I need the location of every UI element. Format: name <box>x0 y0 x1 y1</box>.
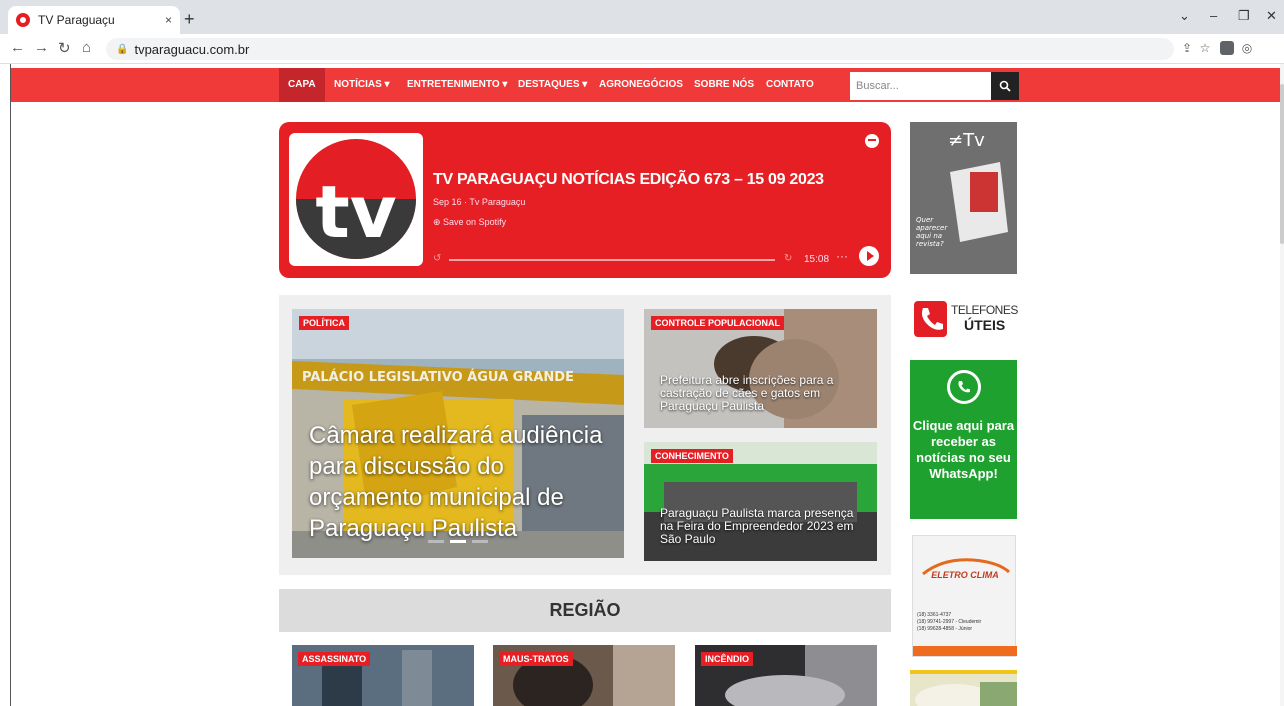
forward-icon[interactable]: → <box>34 39 49 56</box>
nav-noticias[interactable]: NOTÍCIAS ▾ <box>334 68 390 102</box>
slider-dots[interactable] <box>428 540 488 543</box>
reload-icon[interactable]: ↻ <box>58 39 71 57</box>
phone-icon <box>914 301 947 337</box>
browser-tab[interactable]: TV Paraguaçu × <box>8 6 180 34</box>
featured-side-title[interactable]: Paraguaçu Paulista marca presença na Fei… <box>660 507 870 546</box>
svg-text:revista?: revista? <box>916 240 944 248</box>
podcast-player: tv TV PARAGUAÇU NOTÍCIAS EDIÇÃO 673 – 15… <box>279 122 891 278</box>
svg-text:PALÁCIO LEGISLATIVO ÁGUA GRAND: PALÁCIO LEGISLATIVO ÁGUA GRANDE <box>302 369 574 385</box>
close-window-icon[interactable]: ✕ <box>1266 8 1277 24</box>
episode-title[interactable]: TV PARAGUAÇU NOTÍCIAS EDIÇÃO 673 – 15 09… <box>433 171 824 189</box>
podcast-cover: tv <box>289 133 423 266</box>
svg-text:Quer: Quer <box>916 216 934 224</box>
svg-text:aqui na: aqui na <box>916 232 942 240</box>
url-text: tvparaguacu.com.br <box>134 41 250 57</box>
search-input[interactable]: Buscar... <box>850 72 991 100</box>
back-icon[interactable]: ← <box>10 39 25 56</box>
featured-side-card[interactable]: CONHECIMENTO Paraguaçu Paulista marca pr… <box>644 442 877 561</box>
browser-tab-strip: TV Paraguaçu × + ⌄ – ❐ ✕ <box>0 0 1284 34</box>
category-badge[interactable]: CONHECIMENTO <box>651 449 733 463</box>
featured-news: PALÁCIO LEGISLATIVO ÁGUA GRANDE POLÍTICA… <box>279 295 891 575</box>
save-on-spotify-link[interactable]: ⊕ Save on Spotify <box>433 217 506 228</box>
nav-agronegocios[interactable]: AGRONEGÓCIOS <box>599 68 683 102</box>
more-options-icon[interactable]: ··· <box>836 249 848 263</box>
magazine-ad-image: ≠Tv Quer aparecer aqui na revista? <box>910 122 1017 274</box>
main-navbar: CAPA NOTÍCIAS ▾ ENTRETENIMENTO ▾ DESTAQU… <box>11 68 1280 102</box>
sidebar-ad-image <box>910 670 1017 706</box>
search-button[interactable] <box>991 72 1019 100</box>
category-badge[interactable]: MAUS-TRATOS <box>499 652 573 666</box>
section-heading-regiao: REGIÃO <box>279 589 891 632</box>
browser-toolbar: ← → ↻ ⌂ 🔒 tvparaguacu.com.br ⇪ ☆ ◎ <box>0 34 1284 64</box>
svg-text:tv: tv <box>315 170 396 254</box>
featured-main-card[interactable]: PALÁCIO LEGISLATIVO ÁGUA GRANDE POLÍTICA… <box>292 309 624 558</box>
category-badge[interactable]: INCÊNDIO <box>701 652 754 666</box>
scrollbar-thumb[interactable] <box>1280 84 1284 244</box>
whatsapp-icon <box>947 370 981 404</box>
nav-sobre-nos[interactable]: SOBRE NÓS <box>694 68 754 102</box>
spotify-icon[interactable] <box>865 134 879 148</box>
featured-side-card[interactable]: CONTROLE POPULACIONAL Prefeitura abre in… <box>644 309 877 428</box>
whatsapp-cta-text[interactable]: Clique aqui para receber as notícias no … <box>910 418 1017 482</box>
category-badge[interactable]: POLÍTICA <box>299 316 349 330</box>
featured-main-title[interactable]: Câmara realizará audiência para discussã… <box>309 420 609 544</box>
sidebar-ad-banner[interactable] <box>910 670 1017 706</box>
new-tab-button[interactable]: + <box>184 10 195 28</box>
close-tab-icon[interactable]: × <box>165 13 172 27</box>
nav-contato[interactable]: CONTATO <box>766 68 814 102</box>
nav-entretenimento[interactable]: ENTRETENIMENTO ▾ <box>407 68 507 102</box>
category-badge[interactable]: ASSASSINATO <box>298 652 371 666</box>
minimize-icon[interactable]: – <box>1210 8 1217 23</box>
eletro-clima-phones: (18) 3361-4737 (18) 99741-2997 - Cleudem… <box>917 612 982 632</box>
tab-title: TV Paraguaçu <box>38 13 115 27</box>
magazine-ad-banner[interactable]: ≠Tv Quer aparecer aqui na revista? <box>910 122 1017 274</box>
eletro-clima-ad[interactable]: ELETRO CLIMA (18) 3361-4737 (18) 99741-2… <box>912 535 1017 657</box>
rewind-icon[interactable]: ↺ <box>433 253 441 264</box>
episode-duration: 15:08 <box>804 254 830 265</box>
profile-avatar-icon[interactable] <box>1258 41 1272 55</box>
tab-search-icon[interactable]: ⌄ <box>1179 8 1190 24</box>
regiao-card[interactable]: ASSASSINATO <box>292 645 474 706</box>
svg-text:aparecer: aparecer <box>916 224 948 232</box>
home-icon[interactable]: ⌂ <box>82 39 91 56</box>
share-icon[interactable]: ⇪ <box>1180 41 1194 55</box>
bookmark-star-icon[interactable]: ☆ <box>1198 41 1212 55</box>
eletro-footer-strip <box>913 646 1017 656</box>
address-bar[interactable]: 🔒 tvparaguacu.com.br <box>106 38 1174 60</box>
category-badge[interactable]: CONTROLE POPULACIONAL <box>651 316 784 330</box>
nav-capa[interactable]: CAPA <box>279 68 325 102</box>
progress-bar[interactable] <box>449 259 775 261</box>
search-icon <box>999 80 1011 92</box>
restore-icon[interactable]: ❐ <box>1238 8 1250 24</box>
episode-date: Sep 16 · Tv Paraguaçu <box>433 197 526 207</box>
extension-icon[interactable] <box>1220 41 1234 55</box>
site-favicon-icon <box>16 13 30 27</box>
forward-icon[interactable]: ↻ <box>784 253 792 264</box>
extension-icon[interactable]: ◎ <box>1240 41 1254 55</box>
play-button[interactable] <box>859 246 879 266</box>
regiao-card[interactable]: INCÊNDIO <box>695 645 877 706</box>
phones-label-line2: ÚTEIS <box>964 317 1006 333</box>
lock-icon: 🔒 <box>116 43 129 55</box>
web-page: CAPA NOTÍCIAS ▾ ENTRETENIMENTO ▾ DESTAQU… <box>10 64 1280 706</box>
regiao-card[interactable]: MAUS-TRATOS <box>493 645 675 706</box>
useful-phones-banner[interactable]: TELEFONES ÚTEIS <box>914 301 1021 345</box>
tv-logo-icon: tv <box>296 139 416 259</box>
phones-label-line1: TELEFONES <box>951 303 1018 317</box>
svg-text:≠Tv: ≠Tv <box>948 130 985 151</box>
nav-destaques[interactable]: DESTAQUES ▾ <box>518 68 587 102</box>
eletro-clima-name: ELETRO CLIMA <box>931 570 999 580</box>
whatsapp-banner[interactable]: Clique aqui para receber as notícias no … <box>910 360 1017 519</box>
featured-side-title[interactable]: Prefeitura abre inscrições para a castra… <box>660 374 870 413</box>
